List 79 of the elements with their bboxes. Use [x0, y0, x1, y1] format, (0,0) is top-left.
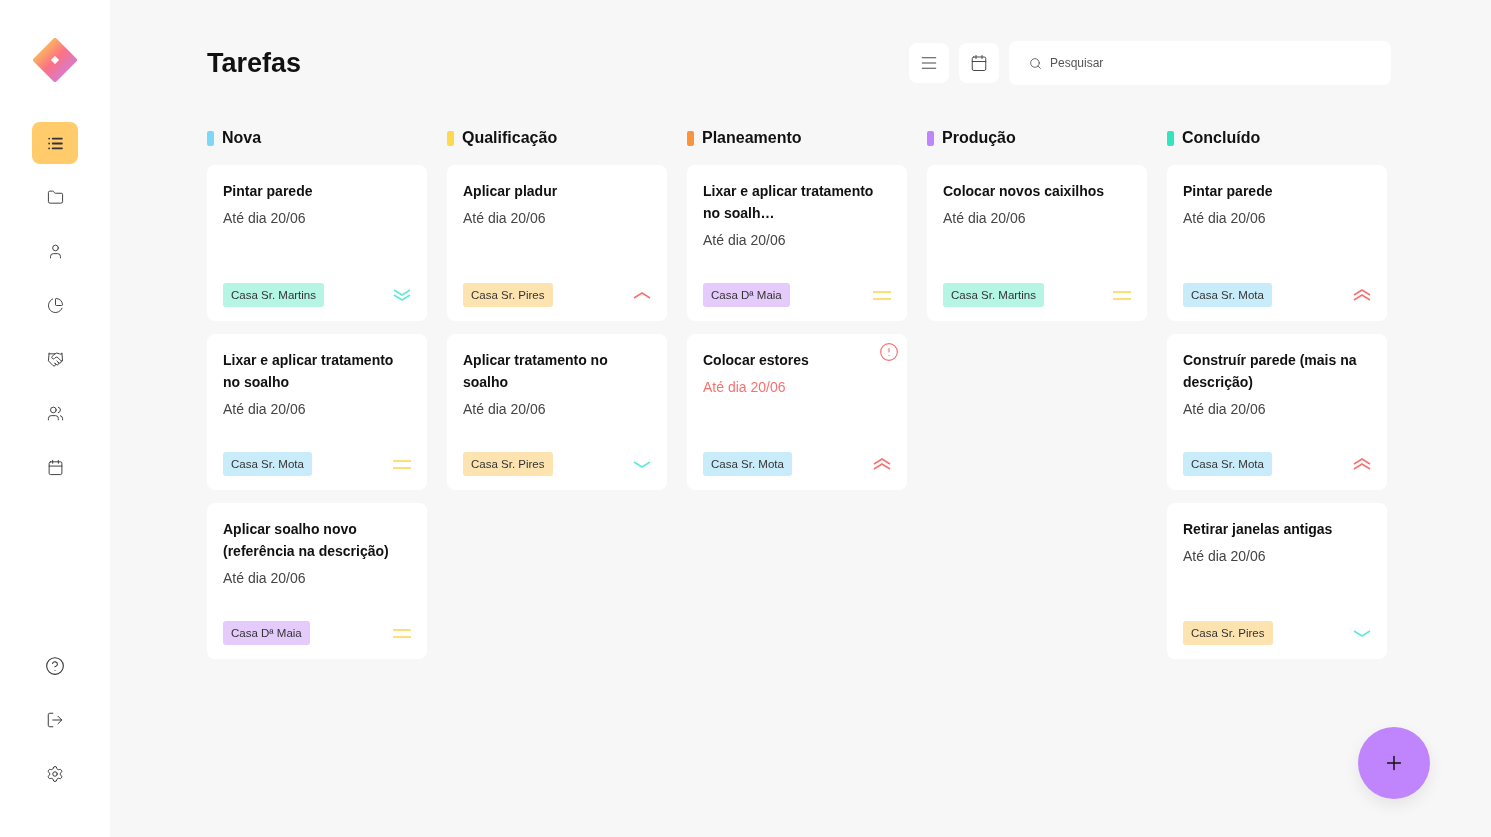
equals-icon [873, 290, 891, 300]
task-due-date: Até dia 20/06 [463, 210, 547, 226]
project-tag: Casa Sr. Martins [223, 283, 324, 307]
handshake-icon [46, 350, 64, 368]
equals-icon [393, 459, 411, 469]
task-due-date: Até dia 20/06 [1183, 548, 1267, 564]
chevron-up-icon [633, 291, 651, 299]
task-card[interactable]: Lixar e aplicar tratamento no soalho Até dia 20/06 Casa Sr. Mota [207, 334, 427, 490]
column-title: Produção [942, 129, 1016, 147]
task-title: Pintar parede [1183, 182, 1274, 201]
pie-chart-icon [46, 296, 64, 314]
logout-icon [46, 711, 64, 729]
settings-icon [46, 765, 64, 783]
project-tag: Casa Dª Maia [703, 283, 790, 307]
task-due-date: Até dia 20/06 [223, 210, 307, 226]
project-tag: Casa Sr. Mota [1183, 283, 1272, 307]
calendar-button[interactable] [959, 43, 999, 83]
task-title: Lixar e aplicar tratamento no soalho [223, 351, 395, 392]
double-chevron-up-icon [1353, 458, 1371, 470]
people-icon [46, 404, 64, 422]
task-card[interactable]: Construír parede (mais na descrição) Até dia 20/06 Casa Sr. Mota [1167, 334, 1387, 490]
task-due-date: Até dia 20/06 [703, 379, 787, 395]
nav-item[interactable] [32, 122, 78, 164]
task-due-date: Até dia 20/06 [703, 232, 787, 248]
task-card[interactable]: Retirar janelas antigas Até dia 20/06 Casa Sr. Pires [1167, 503, 1387, 659]
task-title: Construír parede (mais na descrição) [1183, 351, 1358, 392]
task-title: Aplicar tratamento no soalho [463, 351, 609, 392]
project-tag: Casa Sr. Mota [223, 452, 312, 476]
task-title: Lixar e aplicar tratamento no soalh… [703, 182, 875, 223]
alert-icon [879, 342, 899, 362]
logo-icon [33, 38, 77, 82]
project-tag: Casa Sr. Mota [703, 452, 792, 476]
search-field[interactable]: Pesquisar [1009, 41, 1391, 85]
task-due-date: Até dia 20/06 [1183, 210, 1267, 226]
task-title: Colocar novos caixilhos [943, 182, 1106, 201]
project-tag: Casa Sr. Pires [463, 283, 553, 307]
column-title: Qualificação [462, 129, 558, 147]
double-chevron-down-icon [393, 289, 411, 301]
help-icon [45, 656, 65, 676]
project-tag: Casa Sr. Pires [463, 452, 553, 476]
page-title: Tarefas [207, 47, 303, 79]
task-card[interactable]: Pintar parede Até dia 20/06 Casa Sr. Martins [207, 165, 427, 321]
task-title: Aplicar pladur [463, 182, 559, 201]
task-title: Aplicar soalho novo (referência na descrição) [223, 520, 390, 561]
task-title: Pintar parede [223, 182, 314, 201]
chevron-down-icon [1353, 629, 1371, 637]
equals-icon [393, 628, 411, 638]
task-card[interactable]: Pintar parede Até dia 20/06 Casa Sr. Mota [1167, 165, 1387, 321]
task-title: Colocar estores [703, 351, 810, 370]
column-title: Nova [222, 129, 262, 147]
double-chevron-up-icon [873, 458, 891, 470]
task-card[interactable]: Aplicar soalho novo (referência na descrição) Até dia 20/06 Casa Dª Maia [207, 503, 427, 659]
project-tag: Casa Sr. Pires [1183, 621, 1273, 645]
column-title: Planeamento [702, 129, 802, 147]
double-chevron-up-icon [1353, 289, 1371, 301]
project-tag: Casa Sr. Martins [943, 283, 1044, 307]
filter-button[interactable] [909, 43, 949, 83]
task-card[interactable]: Aplicar tratamento no soalho Até dia 20/06 Casa Sr. Pires [447, 334, 667, 490]
folder-icon [46, 188, 64, 206]
task-due-date: Até dia 20/06 [463, 401, 547, 417]
calendar-icon [46, 458, 64, 476]
equals-icon [1113, 290, 1131, 300]
task-card[interactable]: Aplicar pladur Até dia 20/06 Casa Sr. Pires [447, 165, 667, 321]
task-due-date: Até dia 20/06 [223, 401, 307, 417]
task-due-date: Até dia 20/06 [223, 570, 307, 586]
calendar-icon [970, 54, 988, 72]
project-tag: Casa Dª Maia [223, 621, 310, 645]
task-card[interactable]: Lixar e aplicar tratamento no soalh… Até dia 20/06 Casa Dª Maia [687, 165, 907, 321]
task-title: Retirar janelas antigas [1183, 520, 1334, 539]
chevron-down-icon [633, 460, 651, 468]
task-card[interactable]: Colocar estores Até dia 20/06 Casa Sr. Mota [687, 334, 907, 490]
project-tag: Casa Sr. Mota [1183, 452, 1272, 476]
task-due-date: Até dia 20/06 [1183, 401, 1267, 417]
search-icon [1029, 56, 1042, 70]
task-card[interactable]: Colocar novos caixilhos Até dia 20/06 Casa Sr. Martins [927, 165, 1147, 321]
task-due-date: Até dia 20/06 [943, 210, 1027, 226]
column-title: Concluído [1182, 129, 1261, 147]
lines-icon [920, 54, 938, 72]
search-input[interactable]: Pesquisar [1048, 55, 1371, 71]
